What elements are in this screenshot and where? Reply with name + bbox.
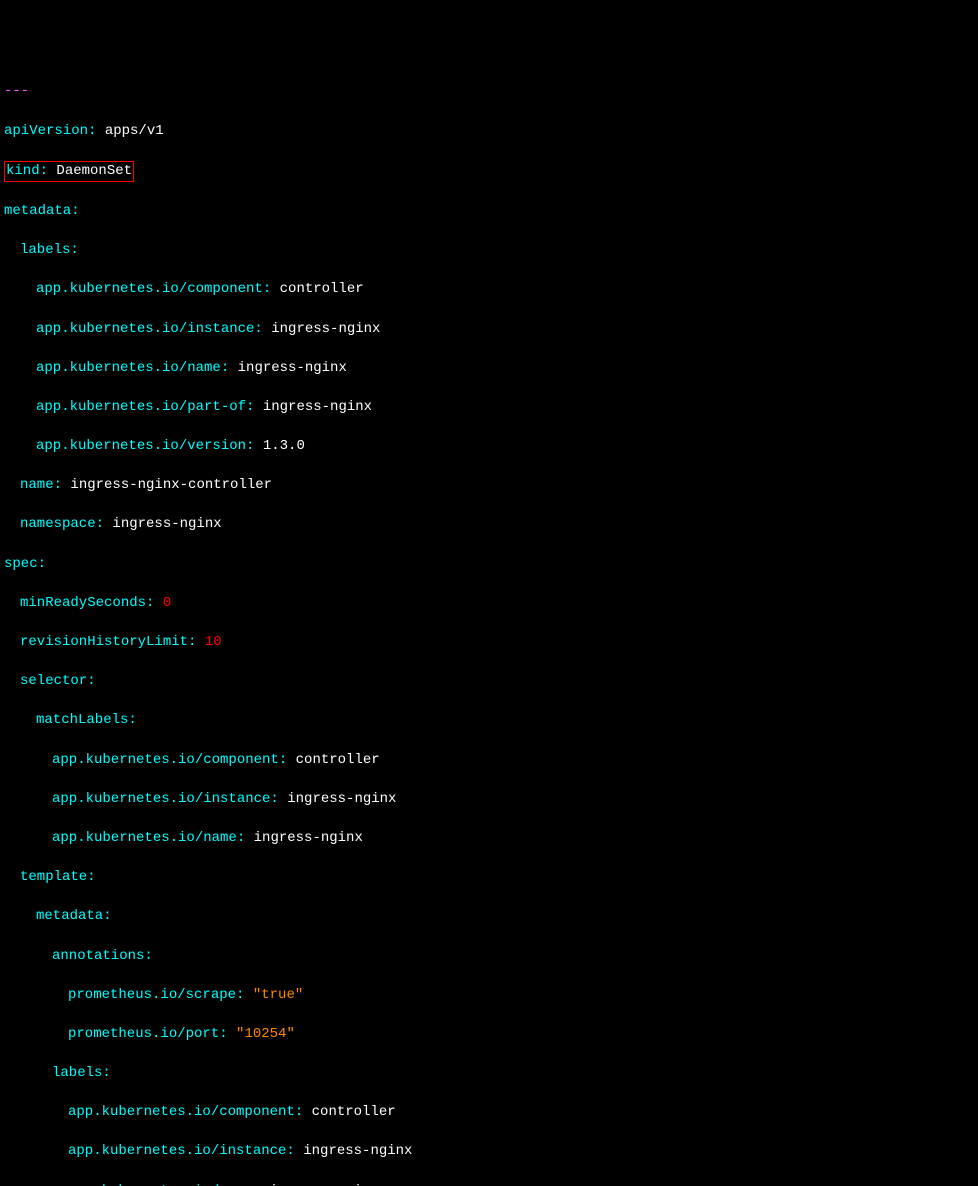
yaml-line: prometheus.io/port: "10254" <box>4 1025 974 1045</box>
key-name-label: app.kubernetes.io/name: <box>36 360 229 376</box>
val-tpl-name: ingress-nginx <box>261 1183 379 1186</box>
yaml-line: app.kubernetes.io/instance: ingress-ngin… <box>4 790 974 810</box>
yaml-line: matchLabels: <box>4 711 974 731</box>
key-template: template: <box>20 869 96 885</box>
yaml-line: labels: <box>4 1064 974 1084</box>
yaml-line: apiVersion: apps/v1 <box>4 122 974 142</box>
val-partof: ingress-nginx <box>254 399 372 415</box>
key-selector: selector: <box>20 673 96 689</box>
key-tpl-instance: app.kubernetes.io/instance: <box>68 1143 295 1159</box>
val-apiVersion: apps/v1 <box>96 123 163 139</box>
yaml-doc-separator: --- <box>4 82 974 102</box>
key-sel-component: app.kubernetes.io/component: <box>52 752 287 768</box>
val-component: controller <box>271 281 363 297</box>
yaml-line: app.kubernetes.io/instance: ingress-ngin… <box>4 320 974 340</box>
yaml-line: app.kubernetes.io/name: ingress-nginx <box>4 359 974 379</box>
yaml-line: prometheus.io/scrape: "true" <box>4 986 974 1006</box>
key-annotations: annotations: <box>52 948 153 964</box>
doc-sep-text: --- <box>4 83 29 99</box>
val-tpl-component: controller <box>303 1104 395 1120</box>
yaml-line: selector: <box>4 672 974 692</box>
key-namespace: namespace: <box>20 516 104 532</box>
key-component: app.kubernetes.io/component: <box>36 281 271 297</box>
key-tpl-component: app.kubernetes.io/component: <box>68 1104 303 1120</box>
val-sel-instance: ingress-nginx <box>279 791 397 807</box>
key-prom-scrape: prometheus.io/scrape: <box>68 987 244 1003</box>
key-metadata: metadata: <box>4 203 80 219</box>
yaml-line: metadata: <box>4 907 974 927</box>
yaml-line: app.kubernetes.io/version: 1.3.0 <box>4 437 974 457</box>
key-tpl-labels: labels: <box>52 1065 111 1081</box>
val-name: ingress-nginx-controller <box>62 477 272 493</box>
yaml-line: annotations: <box>4 947 974 967</box>
yaml-line: namespace: ingress-nginx <box>4 515 974 535</box>
key-tpl-metadata: metadata: <box>36 908 112 924</box>
key-version: app.kubernetes.io/version: <box>36 438 254 454</box>
yaml-line: app.kubernetes.io/name: ingress-nginx <box>4 1182 974 1186</box>
yaml-line: labels: <box>4 241 974 261</box>
val-sel-component: controller <box>287 752 379 768</box>
yaml-line: spec: <box>4 555 974 575</box>
yaml-line: revisionHistoryLimit: 10 <box>4 633 974 653</box>
key-name: name: <box>20 477 62 493</box>
yaml-line: name: ingress-nginx-controller <box>4 476 974 496</box>
yaml-line-highlighted: kind: DaemonSet <box>4 161 974 183</box>
key-sel-name: app.kubernetes.io/name: <box>52 830 245 846</box>
yaml-line: app.kubernetes.io/instance: ingress-ngin… <box>4 1142 974 1162</box>
key-labels: labels: <box>20 242 79 258</box>
key-spec: spec: <box>4 556 46 572</box>
yaml-line: app.kubernetes.io/component: controller <box>4 280 974 300</box>
yaml-line: template: <box>4 868 974 888</box>
key-prom-port: prometheus.io/port: <box>68 1026 228 1042</box>
yaml-line: minReadySeconds: 0 <box>4 594 974 614</box>
key-instance: app.kubernetes.io/instance: <box>36 321 263 337</box>
key-sel-instance: app.kubernetes.io/instance: <box>52 791 279 807</box>
key-partof: app.kubernetes.io/part-of: <box>36 399 254 415</box>
val-namespace: ingress-nginx <box>104 516 222 532</box>
yaml-line: app.kubernetes.io/name: ingress-nginx <box>4 829 974 849</box>
yaml-line: app.kubernetes.io/part-of: ingress-nginx <box>4 398 974 418</box>
val-prom-scrape: "true" <box>244 987 303 1003</box>
val-sel-name: ingress-nginx <box>245 830 363 846</box>
val-prom-port: "10254" <box>228 1026 295 1042</box>
val-kind: DaemonSet <box>48 163 132 179</box>
val-revisionHistoryLimit: 10 <box>196 634 221 650</box>
val-name-label: ingress-nginx <box>229 360 347 376</box>
key-tpl-name: app.kubernetes.io/name: <box>68 1183 261 1186</box>
yaml-line: metadata: <box>4 202 974 222</box>
val-minReadySeconds: 0 <box>154 595 171 611</box>
key-matchLabels: matchLabels: <box>36 712 137 728</box>
highlight-box-kind: kind: DaemonSet <box>4 161 134 183</box>
key-revisionHistoryLimit: revisionHistoryLimit: <box>20 634 196 650</box>
key-apiVersion: apiVersion: <box>4 123 96 139</box>
yaml-line: app.kubernetes.io/component: controller <box>4 751 974 771</box>
val-tpl-instance: ingress-nginx <box>295 1143 413 1159</box>
key-minReadySeconds: minReadySeconds: <box>20 595 154 611</box>
yaml-line: app.kubernetes.io/component: controller <box>4 1103 974 1123</box>
val-instance: ingress-nginx <box>263 321 381 337</box>
val-version: 1.3.0 <box>254 438 304 454</box>
key-kind: kind: <box>6 163 48 179</box>
